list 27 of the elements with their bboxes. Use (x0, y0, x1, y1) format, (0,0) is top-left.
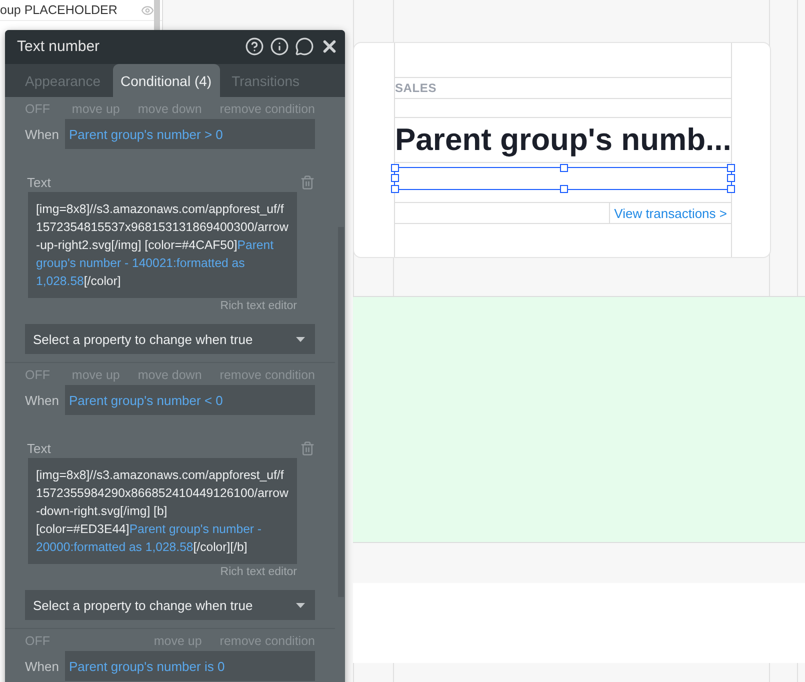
condition-expression-field[interactable]: Parent group's number < 0 (65, 385, 315, 415)
text-value-field[interactable]: [img=8x8]//s3.amazonaws.com/appforest_uf/f1572355984290x866852410449126100/arrow-down-right.svg[/img] [b] [color=#ED3E44]Parent group's number - 20000:formatted as 1,028.58[/color][/b] (28, 458, 297, 564)
speech-bubble-icon[interactable] (295, 37, 314, 56)
panel-title: Text number (17, 38, 100, 56)
scrollbar[interactable] (338, 227, 344, 597)
selection-box[interactable] (394, 167, 732, 190)
when-label: When (25, 658, 59, 674)
property-label: Text (27, 175, 51, 190)
caret-icon (296, 336, 305, 342)
when-label: When (25, 126, 59, 142)
when-label: When (25, 392, 59, 408)
help-icon[interactable] (245, 37, 264, 56)
condition-expression-field[interactable]: Parent group's number > 0 (65, 119, 315, 149)
property-dropdown[interactable]: Select a property to change when true (25, 324, 315, 354)
view-transactions-link[interactable]: View transactions > (609, 203, 731, 223)
property-dropdown[interactable]: Select a property to change when true (25, 590, 315, 620)
heading: Parent group's numb... (395, 117, 731, 163)
rich-text-editor-link[interactable]: Rich text editor (220, 300, 297, 312)
condition-expression-field[interactable]: Parent group's number is 0 (65, 651, 315, 681)
text-value-field[interactable]: [img=8x8]//s3.amazonaws.com/appforest_uf/f1572354815537x968153131869400300/arrow-up-right2.svg[/img] [color=#4CAF50]Parent group's number - 140021:formatted as 1,028.58[/color] (28, 192, 297, 298)
rich-text-editor-link[interactable]: Rich text editor (220, 566, 297, 578)
section-label: SALES (395, 77, 731, 99)
layer-item[interactable]: oup PLACEHOLDER (0, 3, 118, 17)
tab[interactable]: Conditional (4) (112, 64, 220, 97)
caret-icon (296, 602, 305, 608)
info-icon[interactable] (270, 37, 289, 56)
property-label: Text (27, 441, 51, 456)
